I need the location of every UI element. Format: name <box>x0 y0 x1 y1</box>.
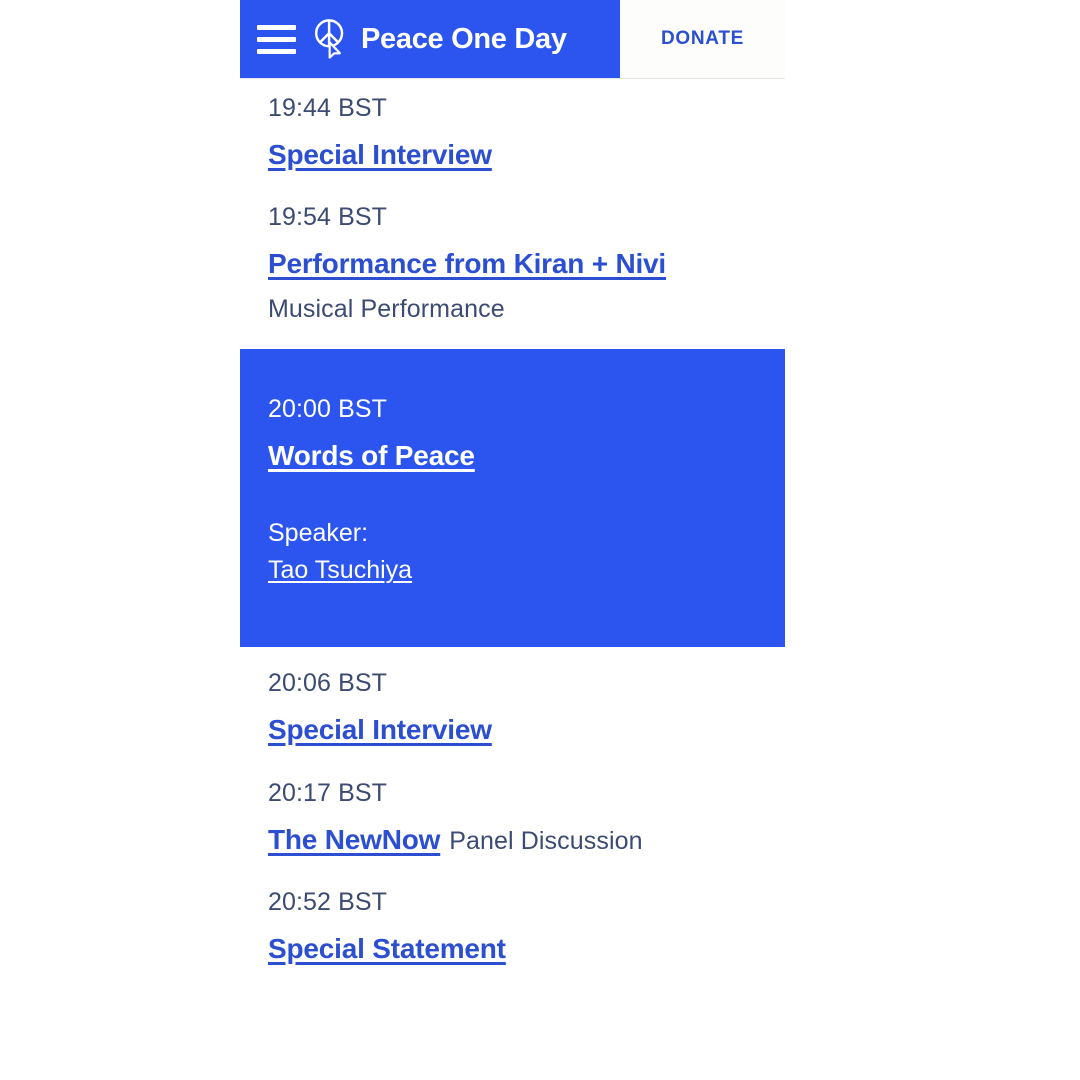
schedule-item-title-link[interactable]: Special Interview <box>268 714 492 745</box>
schedule-item-4[interactable]: 20:17 BST The NewNow Panel Discussion <box>240 763 785 872</box>
schedule-item-title-link[interactable]: Words of Peace <box>268 440 475 471</box>
schedule-item-subtitle: Musical Performance <box>268 294 505 323</box>
speaker-name-link[interactable]: Tao Tsuchiya <box>268 556 412 585</box>
schedule-item-0[interactable]: 19:44 BST Special Interview <box>240 78 785 187</box>
donate-button[interactable]: DONATE <box>661 28 744 50</box>
schedule-item-title-line: Special Interview <box>268 137 785 173</box>
schedule-item-title-line: Performance from Kiran + Nivi <box>268 246 785 282</box>
schedule-item-speaker-block: Speaker: Tao Tsuchiya <box>268 517 785 586</box>
schedule-item-5[interactable]: 20:52 BST Special Statement <box>240 872 785 981</box>
schedule-item-2[interactable]: 20:00 BST Words of Peace Speaker: Tao Ts… <box>240 349 785 648</box>
schedule-item-title-line: Special Interview <box>268 712 785 748</box>
schedule-item-title-line: Words of Peace <box>268 438 785 474</box>
schedule-item-time: 20:17 BST <box>268 778 388 807</box>
hamburger-bar-2 <box>257 36 296 42</box>
schedule-item-title-link[interactable]: Special Statement <box>268 933 506 964</box>
schedule-item-title-link[interactable]: Special Interview <box>268 139 492 170</box>
schedule-item-title-link[interactable]: Performance from Kiran + Nivi <box>268 248 666 279</box>
speaker-label: Speaker: <box>268 518 369 547</box>
screenshot-root: Peace One Day DONATE 19:44 BST Special I… <box>0 0 1080 1080</box>
site-header: Peace One Day DONATE <box>240 0 785 78</box>
hamburger-bar-3 <box>257 48 296 54</box>
schedule-item-time: 20:52 BST <box>268 888 388 917</box>
schedule-item-title-suffix: Panel Discussion <box>449 826 643 855</box>
hamburger-menu-icon[interactable] <box>257 24 297 54</box>
hamburger-bar-1 <box>257 24 296 30</box>
schedule-item-title-link[interactable]: The NewNow <box>268 824 440 855</box>
schedule-item-title-line: Special Statement <box>268 931 785 967</box>
schedule-item-time: 19:44 BST <box>268 94 388 122</box>
schedule-item-3[interactable]: 20:06 BST Special Interview <box>240 653 785 762</box>
schedule-list: 19:44 BST Special Interview 19:54 BST Pe… <box>240 78 785 982</box>
header-actions: DONATE <box>620 0 785 78</box>
schedule-item-title-line: The NewNow Panel Discussion <box>268 822 785 858</box>
schedule-item-time: 20:00 BST <box>268 395 388 424</box>
header-brand-area: Peace One Day <box>240 0 620 78</box>
peace-sign-cursor-icon <box>314 19 344 59</box>
schedule-item-time: 19:54 BST <box>268 203 388 232</box>
schedule-item-1[interactable]: 19:54 BST Performance from Kiran + Nivi … <box>240 187 785 339</box>
brand-title: Peace One Day <box>361 22 567 55</box>
site-column: Peace One Day DONATE 19:44 BST Special I… <box>240 0 785 1080</box>
brand-home-link[interactable]: Peace One Day <box>312 17 567 61</box>
schedule-item-time: 20:06 BST <box>268 669 388 698</box>
